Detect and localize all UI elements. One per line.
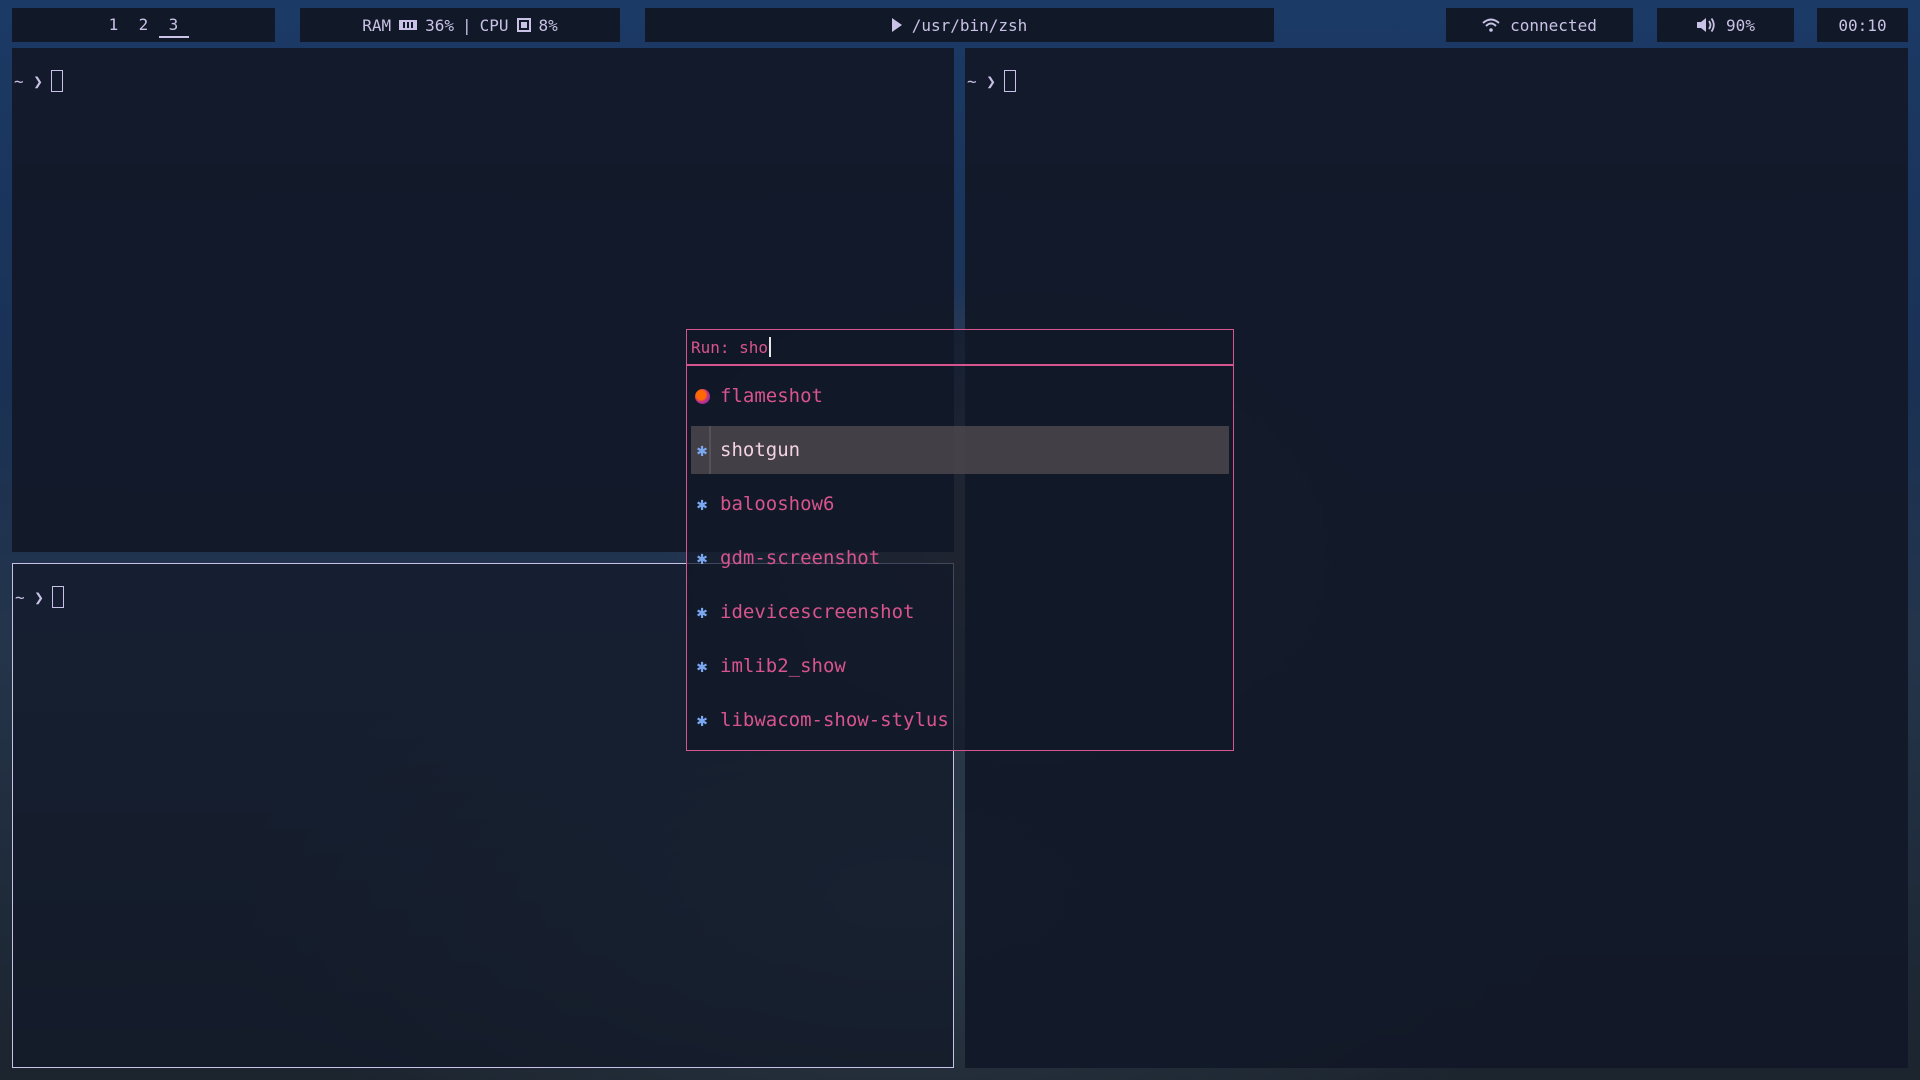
cpu-icon: [516, 18, 531, 32]
launcher-item-label: gdm-screenshot: [720, 547, 881, 569]
launcher-item-label: flameshot: [720, 385, 823, 407]
launcher-item-label: balooshow6: [720, 493, 835, 515]
launcher-item-label: libwacom-show-stylus: [720, 709, 949, 731]
launcher-item-imlib2-show[interactable]: ✱ imlib2_show: [691, 642, 1229, 690]
volume-indicator[interactable]: 90%: [1657, 8, 1794, 42]
launcher-item-label: shotgun: [720, 439, 801, 461]
shell-prompt: ~ ❯: [15, 586, 64, 608]
input-caret: [769, 337, 771, 357]
launcher-item-balooshow6[interactable]: ✱ balooshow6: [691, 480, 1229, 528]
launcher-item-label: imlib2_show: [720, 655, 846, 677]
system-monitor: RAM 36% | CPU 8%: [300, 8, 620, 42]
clock-time: 00:10: [1838, 15, 1887, 35]
prompt-text: ~ ❯: [15, 587, 44, 607]
cpu-value: 8%: [538, 15, 558, 35]
launcher-query: Run: sho: [691, 337, 769, 357]
workspace-2[interactable]: 2: [129, 8, 159, 42]
launcher-item-gdm-screenshot[interactable]: ✱ gdm-screenshot: [691, 534, 1229, 582]
network-indicator[interactable]: connected: [1446, 8, 1633, 42]
ram-value: 36%: [425, 15, 454, 35]
puzzle-icon: ✱: [696, 547, 708, 569]
launcher-item-libwacom-show-stylus[interactable]: ✱ libwacom-show-stylus: [691, 696, 1229, 744]
prompt-text: ~ ❯: [967, 71, 996, 91]
window-command: /usr/bin/zsh: [911, 15, 1028, 35]
ram-label: RAM: [362, 15, 392, 35]
shell-prompt: ~ ❯: [967, 70, 1016, 92]
memory-icon: [399, 20, 418, 30]
shell-prompt: ~ ❯: [14, 70, 63, 92]
puzzle-icon: ✱: [696, 709, 708, 731]
puzzle-icon: ✱: [696, 601, 708, 623]
speaker-icon: [1697, 17, 1715, 33]
launcher-input[interactable]: Run: sho: [687, 330, 1233, 366]
puzzle-icon: ✱: [696, 655, 708, 677]
play-icon: [891, 18, 902, 32]
launcher-item-flameshot[interactable]: flameshot: [691, 372, 1229, 420]
network-status: connected: [1510, 15, 1597, 35]
launcher-item-label: idevicescreenshot: [720, 601, 915, 623]
workspace-switcher: 1 2 3: [12, 8, 275, 42]
text-cursor: [51, 586, 64, 608]
clock[interactable]: 00:10: [1817, 8, 1908, 42]
run-launcher: Run: sho flameshot ✱ shotgun ✱ balooshow…: [686, 329, 1234, 751]
workspace-3[interactable]: 3: [158, 8, 189, 42]
text-cursor: [1003, 70, 1016, 92]
prompt-text: ~ ❯: [14, 71, 43, 91]
active-window-title: /usr/bin/zsh: [645, 8, 1274, 42]
separator: |: [462, 15, 472, 35]
flameshot-icon: [694, 388, 710, 404]
volume-value: 90%: [1726, 15, 1755, 35]
wifi-icon: [1482, 18, 1500, 32]
launcher-item-shotgun[interactable]: ✱ shotgun: [691, 426, 1229, 474]
launcher-item-idevicescreenshot[interactable]: ✱ idevicescreenshot: [691, 588, 1229, 636]
puzzle-icon: ✱: [696, 439, 708, 461]
text-cursor: [50, 70, 63, 92]
cpu-label: CPU: [479, 15, 509, 35]
workspace-1[interactable]: 1: [99, 8, 129, 42]
puzzle-icon: ✱: [696, 493, 708, 515]
